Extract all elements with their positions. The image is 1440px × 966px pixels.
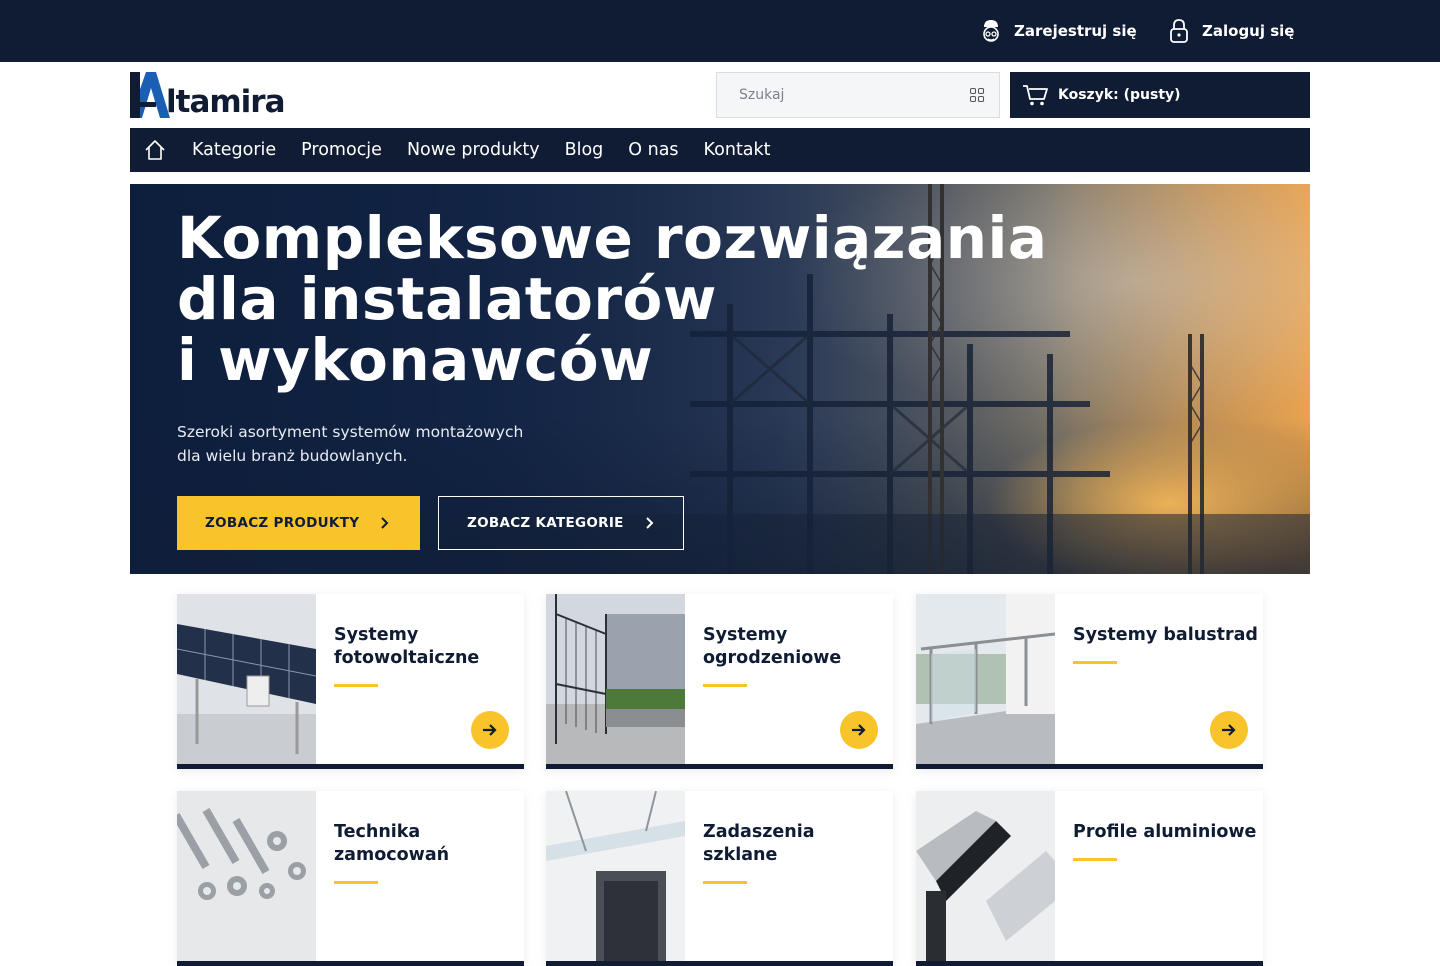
search-input[interactable] — [717, 73, 957, 117]
nav-item-blog[interactable]: Blog — [565, 140, 604, 160]
cart-button[interactable]: Koszyk: (pusty) — [1010, 72, 1310, 118]
register-link[interactable]: Zarejestruj się — [980, 18, 1137, 44]
aluminium-profiles-image — [916, 791, 1055, 961]
category-card-zadaszenia[interactable]: Zadaszenia szklane — [546, 791, 893, 966]
fasteners-image — [177, 791, 316, 961]
arrow-right-icon — [483, 724, 497, 736]
arrow-right-icon — [1222, 724, 1236, 736]
cart-icon — [1023, 85, 1048, 106]
nav-item-kategorie[interactable]: Kategorie — [192, 140, 276, 160]
fence-panels-image — [546, 594, 685, 764]
category-card-profile[interactable]: Profile aluminiowe — [916, 791, 1263, 966]
hero-subtitle: Szeroki asortyment systemów montażowych … — [177, 420, 597, 468]
cart-label: Koszyk: (pusty) — [1058, 87, 1181, 103]
nav-item-o-nas[interactable]: O nas — [628, 140, 678, 160]
main-nav: Kategorie Promocje Nowe produkty Blog O … — [130, 128, 1310, 172]
nav-item-nowe-produkty[interactable]: Nowe produkty — [407, 140, 540, 160]
home-link[interactable] — [130, 128, 180, 172]
title-underline — [334, 684, 378, 687]
arrow-right-icon — [852, 724, 866, 736]
category-card-fotowoltaiczne[interactable]: Systemy fotowoltaiczne — [177, 594, 524, 769]
chevron-right-icon — [645, 517, 654, 529]
hero-title-line3: i wykonawców — [177, 326, 654, 394]
hero-banner: Kompleksowe rozwiązania dla instalatorów… — [130, 184, 1310, 574]
title-underline — [1073, 858, 1117, 861]
category-title: Zadaszenia szklane — [703, 822, 815, 865]
category-arrow-button[interactable] — [1210, 711, 1248, 749]
hero-subtitle-line1: Szeroki asortyment systemów montażowych — [177, 423, 524, 441]
logo-mark-icon — [130, 72, 170, 118]
glass-canopy-image — [546, 791, 685, 961]
see-products-button[interactable]: ZOBACZ PRODUKTY — [177, 496, 420, 550]
category-title: Systemy fotowoltaiczne — [334, 625, 480, 668]
hero-title-line1: Kompleksowe rozwiązania — [177, 204, 1048, 272]
category-card-ogrodzeniowe[interactable]: Systemy ogrodzeniowe — [546, 594, 893, 769]
nav-item-promocje[interactable]: Promocje — [301, 140, 382, 160]
see-products-label: ZOBACZ PRODUKTY — [205, 515, 360, 531]
nav-item-kontakt[interactable]: Kontakt — [704, 140, 771, 160]
see-categories-button[interactable]: ZOBACZ KATEGORIE — [438, 496, 684, 550]
search-grid-icon[interactable] — [969, 87, 985, 103]
home-icon — [145, 140, 165, 160]
logo[interactable]: ltamira — [130, 72, 292, 118]
title-underline — [334, 881, 378, 884]
search-box — [716, 72, 1000, 118]
user-helmet-icon — [983, 20, 999, 42]
chevron-right-icon — [381, 517, 389, 529]
see-categories-label: ZOBACZ KATEGORIE — [467, 515, 624, 531]
category-arrow-button[interactable] — [471, 711, 509, 749]
lock-icon — [1170, 19, 1188, 43]
category-title: Systemy balustrad — [1073, 625, 1258, 645]
login-link[interactable]: Zaloguj się — [1168, 18, 1294, 44]
hero-title: Kompleksowe rozwiązania dla instalatorów… — [177, 208, 1077, 391]
register-label: Zarejestruj się — [1014, 22, 1137, 40]
login-label: Zaloguj się — [1202, 22, 1295, 40]
solar-panels-image — [177, 594, 316, 764]
category-title: Profile aluminiowe — [1073, 822, 1257, 842]
hero-title-line2: dla instalatorów — [177, 265, 717, 333]
title-underline — [1073, 661, 1117, 664]
category-card-zamocowan[interactable]: Technika zamocowań — [177, 791, 524, 966]
glass-balustrade-image — [916, 594, 1055, 764]
category-title: Systemy ogrodzeniowe — [703, 625, 842, 668]
top-bar: Zarejestruj się Zaloguj się — [0, 0, 1440, 62]
hero-subtitle-line2: dla wielu branż budowlanych. — [177, 447, 408, 465]
category-card-balustrad[interactable]: Systemy balustrad — [916, 594, 1263, 769]
logo-text: ltamira — [166, 84, 285, 120]
category-arrow-button[interactable] — [840, 711, 878, 749]
category-title: Technika zamocowań — [334, 822, 450, 865]
title-underline — [703, 684, 747, 687]
title-underline — [703, 881, 747, 884]
